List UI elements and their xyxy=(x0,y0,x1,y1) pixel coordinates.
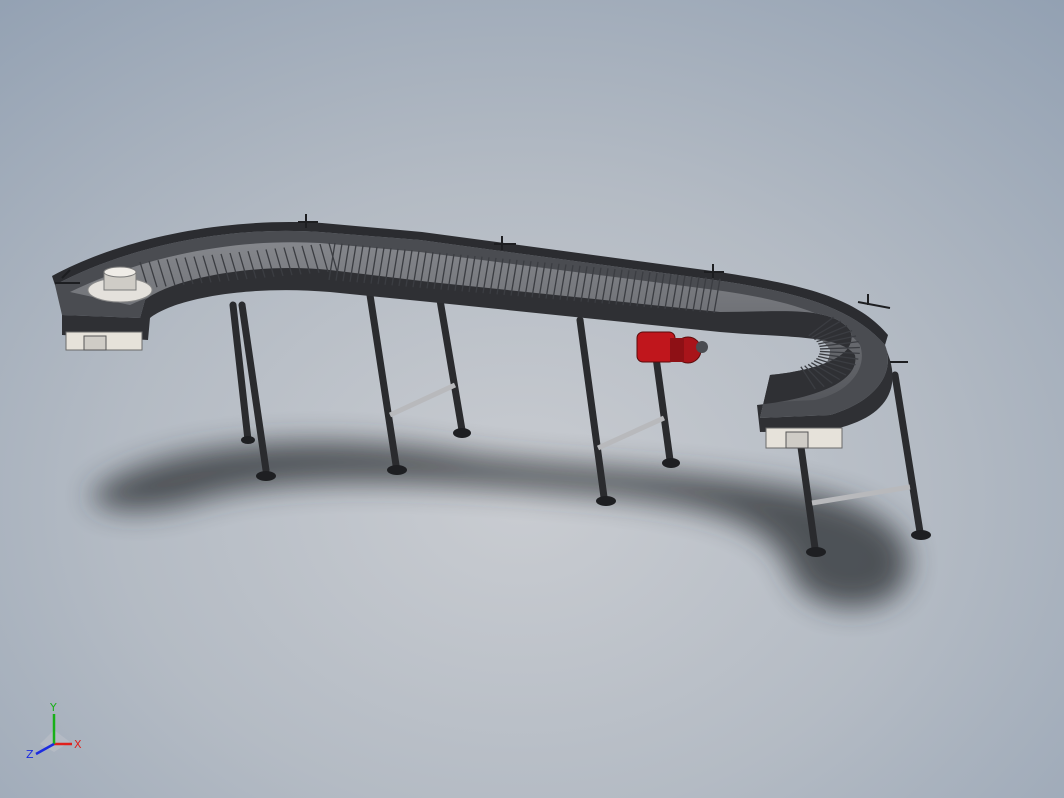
view-orientation-triad[interactable]: X Y Z xyxy=(20,700,90,770)
conveyor-bed xyxy=(52,222,893,432)
ground-shadow xyxy=(90,442,909,608)
graphics-viewport[interactable]: X Y Z xyxy=(0,0,1064,798)
drive-motor xyxy=(636,331,708,364)
conveyor-model[interactable] xyxy=(0,0,1064,798)
y-axis-label: Y xyxy=(49,701,57,714)
x-axis-label: X xyxy=(74,738,82,751)
outfeed-end-unit xyxy=(765,427,843,449)
z-axis-label: Z xyxy=(26,748,34,761)
